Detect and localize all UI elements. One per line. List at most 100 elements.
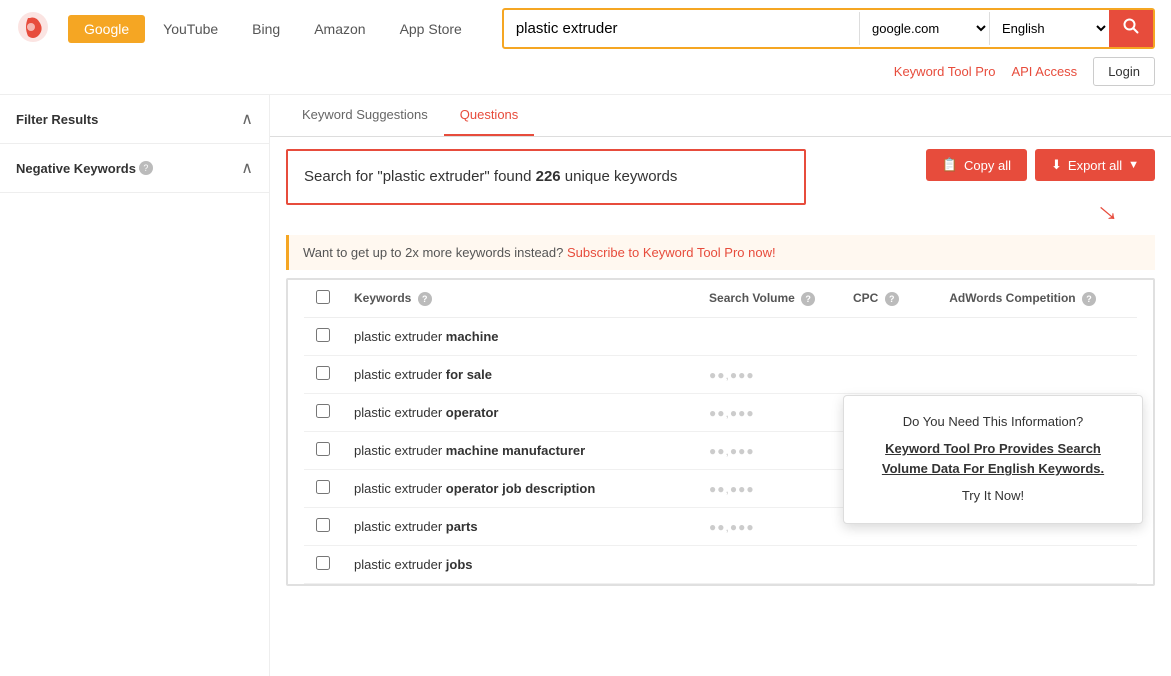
tooltip-link[interactable]: Keyword Tool Pro Provides Search Volume …	[882, 441, 1104, 477]
copy-all-label: Copy all	[964, 158, 1011, 173]
row-checkbox-6[interactable]	[316, 556, 330, 570]
tab-google[interactable]: Google	[68, 15, 145, 43]
comp-cell-6	[937, 546, 1137, 584]
keyword-prefix: plastic extruder	[354, 519, 446, 534]
search-bar: google.com google.co.uk google.ca Englis…	[502, 8, 1155, 49]
cpc-cell-1	[841, 356, 937, 394]
header: Google YouTube Bing Amazon App Store goo…	[0, 0, 1171, 95]
col-checkbox-header	[304, 280, 342, 318]
cpc-cell-6	[841, 546, 937, 584]
table-header-row: Keywords ? Search Volume ? CPC ?	[304, 280, 1137, 318]
tab-appstore[interactable]: App Store	[384, 15, 478, 43]
api-access-link[interactable]: API Access	[1011, 64, 1077, 79]
sv-cell-2: ●●,●●●	[697, 394, 841, 432]
table-row: plastic extruder for sale ●●,●●●	[304, 356, 1137, 394]
sv-col-help[interactable]: ?	[801, 292, 815, 306]
keyword-bold: operator job description	[446, 481, 596, 496]
negative-keywords-header[interactable]: Negative Keywords ? ∧	[0, 144, 269, 192]
sv-cell-5: ●●,●●●	[697, 508, 841, 546]
export-dropdown-icon: ▼	[1128, 159, 1139, 171]
adwords-col-help[interactable]: ?	[1082, 292, 1096, 306]
filter-results-header[interactable]: Filter Results ∧	[0, 95, 269, 143]
tab-amazon[interactable]: Amazon	[298, 15, 381, 43]
tooltip-line3: Try It Now!	[864, 486, 1122, 507]
row-checkbox-4[interactable]	[316, 480, 330, 494]
comp-cell-0	[937, 318, 1137, 356]
negative-keywords-chevron: ∧	[241, 158, 253, 178]
nav-tabs: Google YouTube Bing Amazon App Store	[68, 15, 478, 43]
row-checkbox-5[interactable]	[316, 518, 330, 532]
search-button[interactable]	[1109, 10, 1153, 47]
content-tabs: Keyword Suggestions Questions	[270, 95, 1171, 137]
row-checkbox-1[interactable]	[316, 366, 330, 380]
promo-text: Want to get up to 2x more keywords inste…	[303, 245, 563, 260]
login-button[interactable]: Login	[1093, 57, 1155, 86]
domain-select[interactable]: google.com google.co.uk google.ca	[859, 12, 989, 45]
row-checkbox-2[interactable]	[316, 404, 330, 418]
tab-questions[interactable]: Questions	[444, 95, 535, 136]
logo	[16, 10, 50, 47]
sv-cell-6	[697, 546, 841, 584]
negative-keywords-section: Negative Keywords ? ∧	[0, 144, 269, 193]
row-checkbox-cell	[304, 356, 342, 394]
col-cpc-header: CPC ?	[841, 280, 937, 318]
tab-youtube[interactable]: YouTube	[147, 15, 234, 43]
col-adwords-header: AdWords Competition ?	[937, 280, 1137, 318]
keyword-prefix: plastic extruder	[354, 443, 446, 458]
tab-bing[interactable]: Bing	[236, 15, 296, 43]
select-all-checkbox[interactable]	[316, 290, 330, 304]
export-label: Export all	[1068, 158, 1122, 173]
sv-cell-3: ●●,●●●	[697, 432, 841, 470]
search-input[interactable]	[504, 12, 859, 45]
export-arrow-indicator: →	[1088, 187, 1133, 232]
sidebar: Filter Results ∧ Negative Keywords ? ∧	[0, 95, 270, 676]
row-checkbox-cell	[304, 546, 342, 584]
promo-bar: Want to get up to 2x more keywords inste…	[286, 235, 1155, 270]
keyword-cell-0: plastic extruder machine	[342, 318, 697, 356]
keyword-bold: machine manufacturer	[446, 443, 585, 458]
col-keywords-header: Keywords ?	[342, 280, 697, 318]
header-links: Keyword Tool Pro API Access Login	[894, 57, 1155, 86]
row-checkbox-3[interactable]	[316, 442, 330, 456]
tooltip-box: Do You Need This Information? Keyword To…	[843, 395, 1143, 524]
keyword-cell-4: plastic extruder operator job descriptio…	[342, 470, 697, 508]
keyword-bold: parts	[446, 519, 478, 534]
keyword-prefix: plastic extruder	[354, 329, 446, 344]
main-layout: Filter Results ∧ Negative Keywords ? ∧ K…	[0, 95, 1171, 676]
keywords-col-help[interactable]: ?	[418, 292, 432, 306]
tab-keyword-suggestions[interactable]: Keyword Suggestions	[286, 95, 444, 136]
download-icon: ⬇	[1051, 157, 1062, 173]
tooltip-line2: Keyword Tool Pro Provides Search Volume …	[864, 439, 1122, 481]
keyword-prefix: plastic extruder	[354, 481, 446, 496]
col-sv-header: Search Volume ?	[697, 280, 841, 318]
watermark: www.wlpxw.net	[687, 672, 877, 676]
keyword-bold: for sale	[446, 367, 492, 382]
keyword-bold: machine	[446, 329, 499, 344]
keywords-table-wrapper: Keywords ? Search Volume ? CPC ?	[286, 278, 1155, 586]
negative-keywords-label: Negative Keywords	[16, 161, 136, 176]
results-text: Search for "plastic extruder" found	[304, 168, 536, 185]
cpc-col-help[interactable]: ?	[885, 292, 899, 306]
keyword-cell-1: plastic extruder for sale	[342, 356, 697, 394]
keyword-tool-pro-link[interactable]: Keyword Tool Pro	[894, 64, 996, 79]
comp-cell-1	[937, 356, 1137, 394]
keyword-prefix: plastic extruder	[354, 405, 446, 420]
negative-keywords-help-icon[interactable]: ?	[139, 161, 153, 175]
keyword-bold: operator	[446, 405, 499, 420]
keyword-bold: jobs	[446, 557, 473, 572]
keyword-cell-2: plastic extruder operator	[342, 394, 697, 432]
results-suffix: unique keywords	[561, 168, 678, 185]
tooltip-line1: Do You Need This Information?	[864, 412, 1122, 433]
row-checkbox-0[interactable]	[316, 328, 330, 342]
results-count: 226	[536, 168, 561, 185]
row-checkbox-cell	[304, 432, 342, 470]
promo-link[interactable]: Subscribe to Keyword Tool Pro now!	[567, 245, 776, 260]
language-select[interactable]: English Spanish French	[989, 12, 1109, 45]
export-all-button[interactable]: ⬇ Export all ▼	[1035, 149, 1155, 181]
sv-cell-0	[697, 318, 841, 356]
copy-all-button[interactable]: 📋 Copy all	[926, 149, 1027, 181]
row-checkbox-cell	[304, 508, 342, 546]
copy-icon: 📋	[942, 157, 958, 173]
results-info-box: Search for "plastic extruder" found 226 …	[286, 149, 806, 205]
keyword-cell-3: plastic extruder machine manufacturer	[342, 432, 697, 470]
